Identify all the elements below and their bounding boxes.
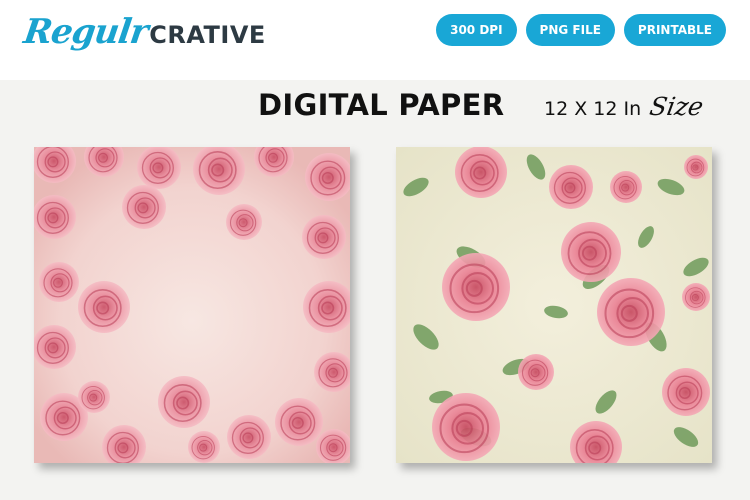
size-word: Size (647, 92, 706, 121)
paper-preview-rose-pattern[interactable] (396, 147, 712, 463)
rose-flower-icon (662, 368, 710, 416)
rose-flower-icon (122, 185, 166, 229)
rose-flower-icon (302, 215, 346, 259)
header-bar: Regulr CRATIVE 300 DPI PNG FILE PRINTABL… (0, 0, 750, 80)
logo-script-text: Regulr (21, 12, 151, 52)
rose-flower-icon (549, 165, 593, 209)
rose-flower-icon (561, 222, 621, 282)
rose-flower-icon (518, 354, 554, 390)
rose-flower-icon (610, 171, 642, 203)
rose-flower-icon (227, 415, 271, 459)
rose-flower-icon (597, 278, 665, 346)
badge-printable: PRINTABLE (623, 14, 726, 46)
rose-flower-icon (158, 376, 210, 428)
feature-badges: 300 DPI PNG FILE PRINTABLE (436, 14, 726, 46)
rose-flower-icon (78, 281, 130, 333)
rose-flower-icon (432, 393, 500, 461)
rose-flower-icon (442, 253, 510, 321)
rose-flower-icon (275, 398, 323, 446)
rose-leaf-artwork (396, 147, 712, 463)
size-label: 12 X 12 In Size (544, 92, 706, 121)
rose-flower-icon (188, 431, 220, 463)
rose-flower-icon (34, 325, 76, 369)
rose-flower-icon (682, 283, 710, 311)
rose-flower-icon (684, 155, 708, 179)
brand-logo[interactable]: Regulr CRATIVE (21, 12, 266, 52)
rose-flower-icon (34, 195, 76, 239)
logo-caps-text: CRATIVE (149, 21, 266, 49)
rose-flower-icon (39, 262, 79, 302)
rose-flower-icon (455, 147, 507, 198)
rose-flower-icon (78, 381, 110, 413)
badge-file-type: PNG FILE (525, 14, 615, 46)
rose-flower-icon (137, 147, 181, 189)
rose-flower-icon (226, 204, 262, 240)
rose-border-artwork (34, 147, 350, 463)
page-title: DIGITAL PAPER (258, 88, 505, 122)
paper-preview-rose-border[interactable] (34, 147, 350, 463)
badge-dpi: 300 DPI (436, 14, 517, 46)
size-dimensions: 12 X 12 In (544, 98, 642, 120)
